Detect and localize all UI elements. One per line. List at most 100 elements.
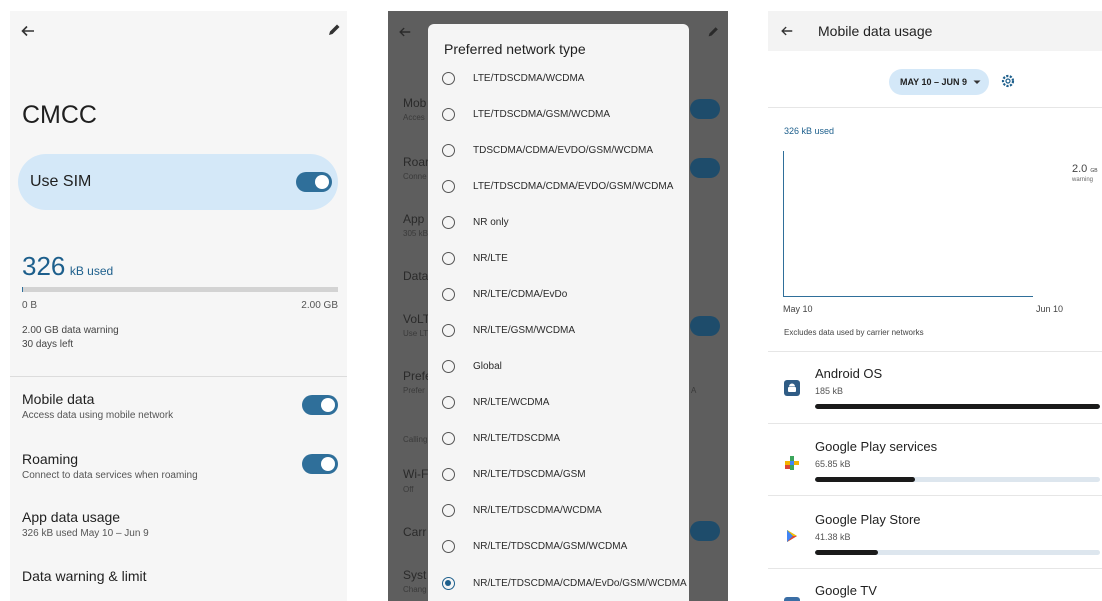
google-tv-icon (784, 597, 800, 601)
billing-cycle-label: MAY 10 – JUN 9 (900, 77, 968, 87)
network-option[interactable]: NR/LTE/TDSCDMA/WCDMA (442, 504, 673, 517)
radio-button[interactable] (442, 180, 455, 193)
mobile-data-toggle[interactable] (302, 395, 338, 415)
network-option-label: NR only (473, 216, 509, 228)
edit-pencil-icon (706, 25, 720, 39)
app-name: Android OS (815, 366, 883, 381)
radio-button[interactable] (442, 360, 455, 373)
network-option-label: NR/LTE (473, 252, 508, 264)
warning-label: warning (1072, 177, 1094, 183)
section-divider (768, 423, 1102, 424)
gear-icon[interactable] (1000, 73, 1016, 89)
roaming-title: Roaming (22, 451, 79, 467)
bg-row-title: Carr (403, 525, 427, 539)
billing-cycle-dropdown[interactable]: MAY 10 – JUN 9 (889, 69, 989, 95)
app-name: Google Play services (815, 439, 938, 454)
warning-line: 2.00 GB data warning (22, 325, 119, 336)
radio-button[interactable] (442, 432, 455, 445)
carrier-name: CMCC (22, 101, 97, 129)
network-option[interactable]: Global (442, 360, 673, 373)
section-divider (768, 351, 1102, 352)
sim-settings-screen: CMCC Use SIM 326 kB used 0 B 2.00 GB 2.0… (10, 11, 347, 601)
network-option[interactable]: NR/LTE/TDSCDMA/CDMA/EvDo/GSM/WCDMA (442, 577, 687, 590)
bg-row-subtitle: Chang (403, 585, 427, 594)
section-divider (768, 107, 1102, 108)
usage-range-min: 0 B (22, 300, 38, 311)
app-data-usage-row[interactable]: App data usage 326 kB used May 10 – Jun … (22, 509, 149, 539)
network-option-label: NR/LTE/TDSCDMA (473, 432, 561, 444)
play-services-icon (784, 455, 800, 471)
network-option[interactable]: TDSCDMA/CDMA/EVDO/GSM/WCDMA (442, 144, 673, 157)
network-option[interactable]: LTE/TDSCDMA/CDMA/EVDO/GSM/WCDMA (442, 180, 673, 193)
warning-unit: GB (1090, 168, 1098, 174)
radio-button[interactable] (442, 144, 455, 157)
roaming-toggle[interactable] (302, 454, 338, 474)
network-option-label: NR/LTE/TDSCDMA/GSM (473, 468, 586, 480)
back-arrow-icon (398, 25, 412, 39)
android-icon (784, 380, 800, 396)
network-option-label: TDSCDMA/CDMA/EVDO/GSM/WCDMA (473, 144, 653, 156)
mobile-data-row[interactable]: Mobile data Access data using mobile net… (22, 391, 173, 421)
dropdown-caret-icon (973, 78, 981, 86)
radio-button[interactable] (442, 72, 455, 85)
roaming-row[interactable]: Roaming Connect to data services when ro… (22, 451, 198, 481)
data-warning-limit-row[interactable]: Data warning & limit (22, 568, 147, 584)
axis-end-date: Jun 10 (1036, 304, 1064, 314)
radio-button[interactable] (442, 504, 455, 517)
network-option[interactable]: NR/LTE/TDSCDMA/GSM/WCDMA (442, 540, 673, 553)
app-data-usage-title: App data usage (22, 509, 121, 525)
radio-button[interactable] (442, 396, 455, 409)
back-arrow-icon[interactable] (780, 24, 794, 38)
network-option-label: NR/LTE/TDSCDMA/GSM/WCDMA (473, 540, 628, 552)
network-option[interactable]: NR/LTE/TDSCDMA (442, 432, 673, 445)
preferred-network-dialog: Preferred network type LTE/TDSCDMA/WCDMA… (428, 24, 689, 601)
app-name: Google Play Store (815, 512, 921, 527)
section-divider (10, 376, 347, 377)
radio-button[interactable] (442, 108, 455, 121)
data-warning-limit-title: Data warning & limit (22, 568, 147, 584)
network-option[interactable]: LTE/TDSCDMA/WCDMA (442, 72, 673, 85)
data-warning-info: 2.00 GB data warning 30 days left (22, 324, 119, 352)
app-data-usage-subtitle: 326 kB used May 10 – Jun 9 (22, 528, 149, 539)
bg-row-title: App (403, 212, 425, 226)
bg-toggle (690, 521, 720, 541)
bg-row-title: Data (403, 269, 429, 283)
bg-row-subtitle: Conne (403, 172, 427, 181)
use-sim-toggle[interactable] (296, 172, 332, 192)
bg-row-subtitle: Use LT (403, 329, 429, 338)
network-option[interactable]: NR/LTE/CDMA/EvDo (442, 288, 673, 301)
radio-button[interactable] (442, 324, 455, 337)
usage-amount: 326 (22, 251, 66, 281)
network-option[interactable]: LTE/TDSCDMA/GSM/WCDMA (442, 108, 673, 121)
bg-row-subtitle: 305 kB (403, 229, 428, 238)
network-option[interactable]: NR/LTE/WCDMA (442, 396, 673, 409)
radio-button[interactable] (442, 468, 455, 481)
network-option-label: NR/LTE/CDMA/EvDo (473, 288, 568, 300)
network-option[interactable]: NR/LTE/GSM/WCDMA (442, 324, 673, 337)
warning-value: 2.0 (1072, 163, 1088, 175)
radio-button[interactable] (442, 540, 455, 553)
days-left: 30 days left (22, 339, 74, 350)
network-option-label: NR/LTE/TDSCDMA/CDMA/EvDo/GSM/WCDMA (473, 577, 687, 589)
app-bar: Mobile data usage (768, 11, 1102, 51)
edit-pencil-icon[interactable] (326, 22, 342, 38)
section-divider (768, 495, 1102, 496)
radio-button[interactable] (442, 252, 455, 265)
network-option[interactable]: NR/LTE/TDSCDMA/GSM (442, 468, 673, 481)
network-option[interactable]: NR only (442, 216, 673, 229)
back-arrow-icon[interactable] (20, 23, 36, 39)
app-name: Google TV (815, 583, 877, 598)
network-option[interactable]: NR/LTE (442, 252, 673, 265)
radio-button[interactable] (442, 288, 455, 301)
radio-button[interactable] (442, 577, 455, 590)
mobile-data-usage-screen: Mobile data usage MAY 10 – JUN 9 326 kB … (768, 11, 1102, 601)
use-sim-row[interactable]: Use SIM (18, 154, 338, 210)
roaming-subtitle: Connect to data services when roaming (22, 470, 198, 481)
mobile-data-title: Mobile data (22, 391, 95, 407)
bg-toggle (690, 99, 720, 119)
axis-start-date: May 10 (783, 304, 813, 314)
bg-row-title: Wi-F (403, 467, 429, 481)
bg-right-fragment: A (691, 386, 697, 395)
network-option-label: Global (473, 360, 502, 372)
radio-button[interactable] (442, 216, 455, 229)
